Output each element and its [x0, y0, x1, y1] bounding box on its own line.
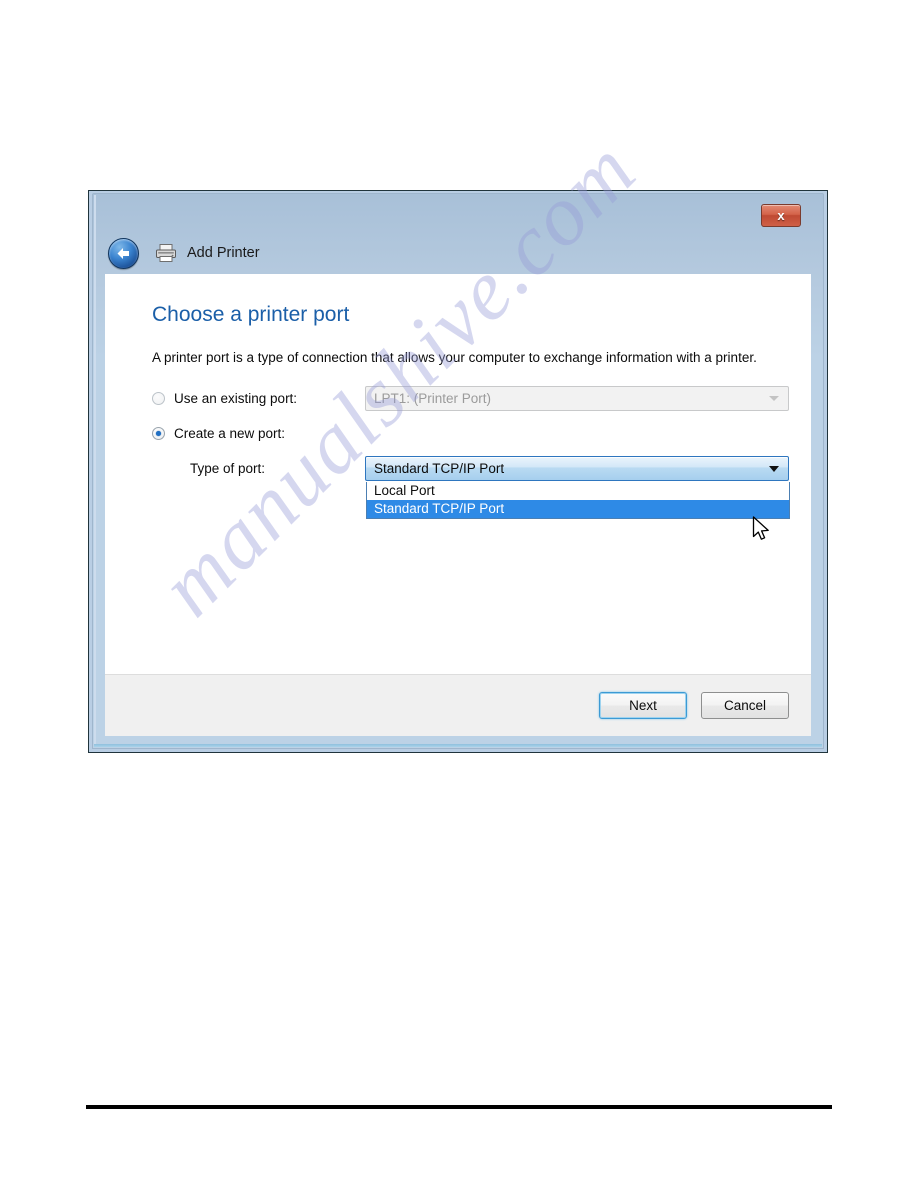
- existing-port-row: Use an existing port: LPT1: (Printer Por…: [152, 385, 789, 411]
- chevron-down-icon-type: [769, 466, 779, 473]
- dialog-bottom-edge: [94, 744, 822, 747]
- dialog-content: Choose a printer port A printer port is …: [105, 274, 811, 736]
- intro-text: A printer port is a type of connection t…: [152, 350, 757, 365]
- dialog-frame: x Add Printer Choose a printer port A pr…: [92, 193, 824, 749]
- dialog-title: Add Printer: [187, 245, 260, 261]
- type-of-port-select[interactable]: Standard TCP/IP Port Local Port Standard…: [365, 455, 790, 519]
- cancel-button[interactable]: Cancel: [701, 692, 789, 719]
- type-of-port-row: Type of port: Standard TCP/IP Port Local…: [152, 455, 790, 519]
- type-of-port-dropdown[interactable]: Local Port Standard TCP/IP Port: [366, 481, 790, 519]
- page-footer-rule: [86, 1105, 832, 1109]
- radio-indicator-new: [152, 426, 165, 440]
- dialog-nav-row: Add Printer: [93, 232, 823, 274]
- dropdown-option-local-port[interactable]: Local Port: [367, 482, 789, 500]
- close-icon: x: [777, 208, 785, 223]
- use-existing-port-radio[interactable]: Use an existing port:: [152, 391, 365, 406]
- existing-port-select: LPT1: (Printer Port): [365, 385, 789, 411]
- radio-indicator-existing: [152, 391, 165, 405]
- page-title: Choose a printer port: [152, 303, 350, 326]
- new-port-row: Create a new port:: [152, 426, 776, 441]
- content-body: Choose a printer port A printer port is …: [106, 275, 810, 735]
- use-existing-port-label: Use an existing port:: [174, 390, 298, 406]
- dialog-footer: Next Cancel: [105, 674, 811, 736]
- type-of-port-label: Type of port:: [190, 460, 266, 476]
- existing-port-value: LPT1: (Printer Port): [374, 390, 492, 406]
- back-arrow-icon: [117, 247, 129, 259]
- dialog-left-edge: [94, 195, 96, 747]
- printer-icon: [156, 244, 176, 262]
- next-button[interactable]: Next: [599, 692, 687, 719]
- create-new-port-radio[interactable]: Create a new port:: [152, 426, 365, 441]
- chevron-down-icon-existing: [769, 396, 779, 402]
- close-button[interactable]: x: [761, 204, 801, 227]
- back-button[interactable]: [108, 237, 139, 269]
- dropdown-option-standard-tcpip-port[interactable]: Standard TCP/IP Port: [367, 499, 789, 518]
- add-printer-dialog: x Add Printer Choose a printer port A pr…: [88, 190, 828, 753]
- create-new-port-label: Create a new port:: [174, 425, 286, 441]
- type-of-port-value: Standard TCP/IP Port: [374, 460, 505, 476]
